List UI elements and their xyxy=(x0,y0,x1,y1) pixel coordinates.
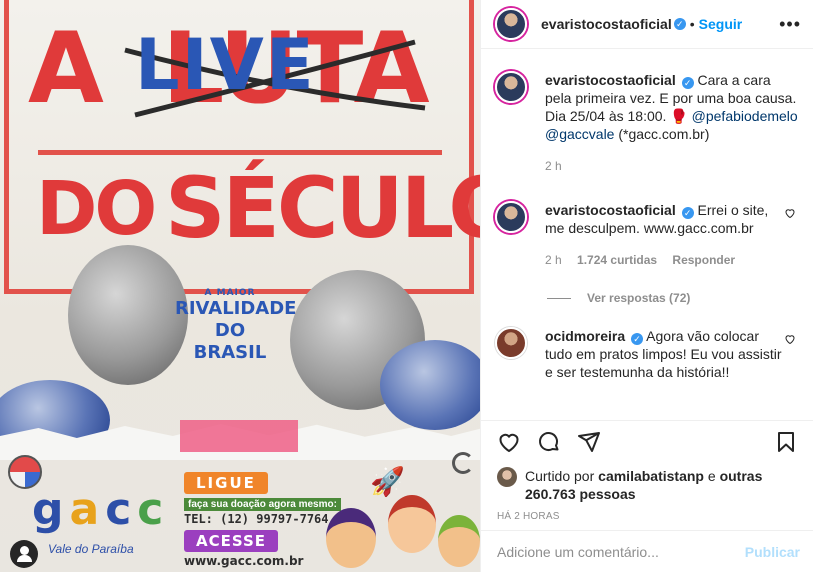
comment-like-heart-icon[interactable] xyxy=(784,207,796,219)
view-replies-label: Ver respostas (72) xyxy=(587,291,691,305)
phone-number: TEL: (12) 99797-7764 xyxy=(184,512,329,526)
caption-text-2: (*gacc.com.br) xyxy=(618,126,710,142)
post-image[interactable]: A LUTA LIVE DO SÉCULO A MAIOR RIVALIDADE… xyxy=(0,0,480,572)
separator-dot: • xyxy=(689,16,695,32)
comment-time[interactable]: 2 h xyxy=(545,253,562,267)
gacc-logo-subtitle: Vale do Paraíba xyxy=(48,542,134,556)
moon-icon xyxy=(452,452,474,474)
tagged-user-icon[interactable] xyxy=(10,540,38,568)
comment-username[interactable]: ocidmoreira xyxy=(545,328,625,344)
boxing-glove-right xyxy=(380,340,480,430)
rivalry-line-4: BRASIL xyxy=(193,342,267,363)
verified-icon: ✓ xyxy=(631,333,644,345)
add-comment-bar: Publicar xyxy=(481,530,813,572)
post-side-panel: evaristocostaoficial ✓ • Seguir ••• evar… xyxy=(480,0,813,572)
avatar[interactable] xyxy=(495,8,527,40)
verified-icon: ✓ xyxy=(681,207,694,219)
mention-link[interactable]: @gaccvale xyxy=(545,126,614,142)
caption-username[interactable]: evaristocostaoficial xyxy=(545,72,676,88)
caption-body: evaristocostaoficial ✓ Cara a cara pela … xyxy=(545,71,798,175)
poster-divider xyxy=(38,150,442,155)
donate-text: faça sua doação agora mesmo: xyxy=(184,498,341,511)
verified-icon: ✓ xyxy=(681,77,694,89)
comment-row: ocidmoreira ✓ Agora vão colocar tudo em … xyxy=(495,327,798,381)
post-time-ago[interactable]: HÁ 2 HORAS xyxy=(497,511,798,522)
action-icons xyxy=(497,427,798,457)
comment-body: evaristocostaoficial ✓ Errei o site, me … xyxy=(545,201,798,269)
poster-title-live: LIVE xyxy=(135,24,316,106)
reply-button[interactable]: Responder xyxy=(672,253,735,267)
comment-input[interactable] xyxy=(497,543,745,560)
kid-illustration xyxy=(326,508,376,568)
poster-title-a: A xyxy=(28,12,104,126)
share-icon[interactable] xyxy=(577,430,601,454)
kid-illustration xyxy=(438,515,480,567)
avatar[interactable] xyxy=(495,201,527,233)
gacc-logo: gacc xyxy=(32,484,170,535)
comment-like-heart-icon[interactable] xyxy=(784,333,796,345)
comments-list[interactable]: evaristocostaoficial ✓ Cara a cara pela … xyxy=(481,49,813,420)
avatar[interactable] xyxy=(495,71,527,103)
rivalry-line-1: A MAIOR xyxy=(204,288,256,298)
rivalry-badge: A MAIOR RIVALIDADE DO BRASIL xyxy=(175,288,297,364)
liked-by: Curtido por camilabatistanp e outras 260… xyxy=(497,467,798,503)
acesse-label: ACESSE xyxy=(184,530,279,552)
caption-time[interactable]: 2 h xyxy=(545,159,562,173)
rivalry-line-2: RIVALIDADE xyxy=(175,298,297,319)
poster-website: www.gacc.com.br xyxy=(184,554,304,568)
rocket-icon: 🚀 xyxy=(370,466,405,497)
follow-button[interactable]: Seguir xyxy=(699,16,743,32)
comment-bubble-icon[interactable] xyxy=(537,430,561,454)
comment-likes[interactable]: 1.724 curtidas xyxy=(577,253,657,267)
avatar[interactable] xyxy=(495,327,527,359)
liker-username[interactable]: camilabatistanp xyxy=(598,468,704,484)
liker-avatar[interactable] xyxy=(497,467,517,487)
rivalry-line-3: DO xyxy=(214,320,246,341)
liked-by-text: Curtido por camilabatistanp e outras 260… xyxy=(525,467,798,503)
comment-body: ocidmoreira ✓ Agora vão colocar tudo em … xyxy=(545,327,798,381)
ligue-label: LIGUE xyxy=(184,472,268,494)
header-username[interactable]: evaristocostaoficial xyxy=(541,16,672,32)
like-heart-icon[interactable] xyxy=(497,430,521,454)
bookmark-icon[interactable] xyxy=(774,430,798,454)
comment-row: evaristocostaoficial ✓ Errei o site, me … xyxy=(495,201,798,269)
mention-link[interactable]: @pefabiodemelo xyxy=(692,108,798,124)
fighter-left-photo xyxy=(68,245,188,385)
more-options-icon[interactable]: ••• xyxy=(779,14,801,35)
verified-icon: ✓ xyxy=(673,18,686,30)
pink-tape xyxy=(180,420,298,452)
poster-title-seculo: SÉCULO xyxy=(165,159,480,257)
liked-by-and: e xyxy=(707,468,716,484)
poster-title-do: DO xyxy=(36,166,157,252)
post-header: evaristocostaoficial ✓ • Seguir ••• xyxy=(481,0,813,49)
caption-meta: 2 h xyxy=(545,157,798,175)
replies-line xyxy=(547,297,571,299)
liked-by-prefix: Curtido por xyxy=(525,468,595,484)
comment-username[interactable]: evaristocostaoficial xyxy=(545,202,676,218)
post-actions: Curtido por camilabatistanp e outras 260… xyxy=(481,420,813,522)
comment-meta: 2 h 1.724 curtidas Responder xyxy=(545,251,782,269)
caption: evaristocostaoficial ✓ Cara a cara pela … xyxy=(495,71,798,175)
view-replies-button[interactable]: Ver respostas (72) xyxy=(547,291,798,305)
kid-illustration xyxy=(388,495,436,553)
publish-button[interactable]: Publicar xyxy=(745,544,800,560)
